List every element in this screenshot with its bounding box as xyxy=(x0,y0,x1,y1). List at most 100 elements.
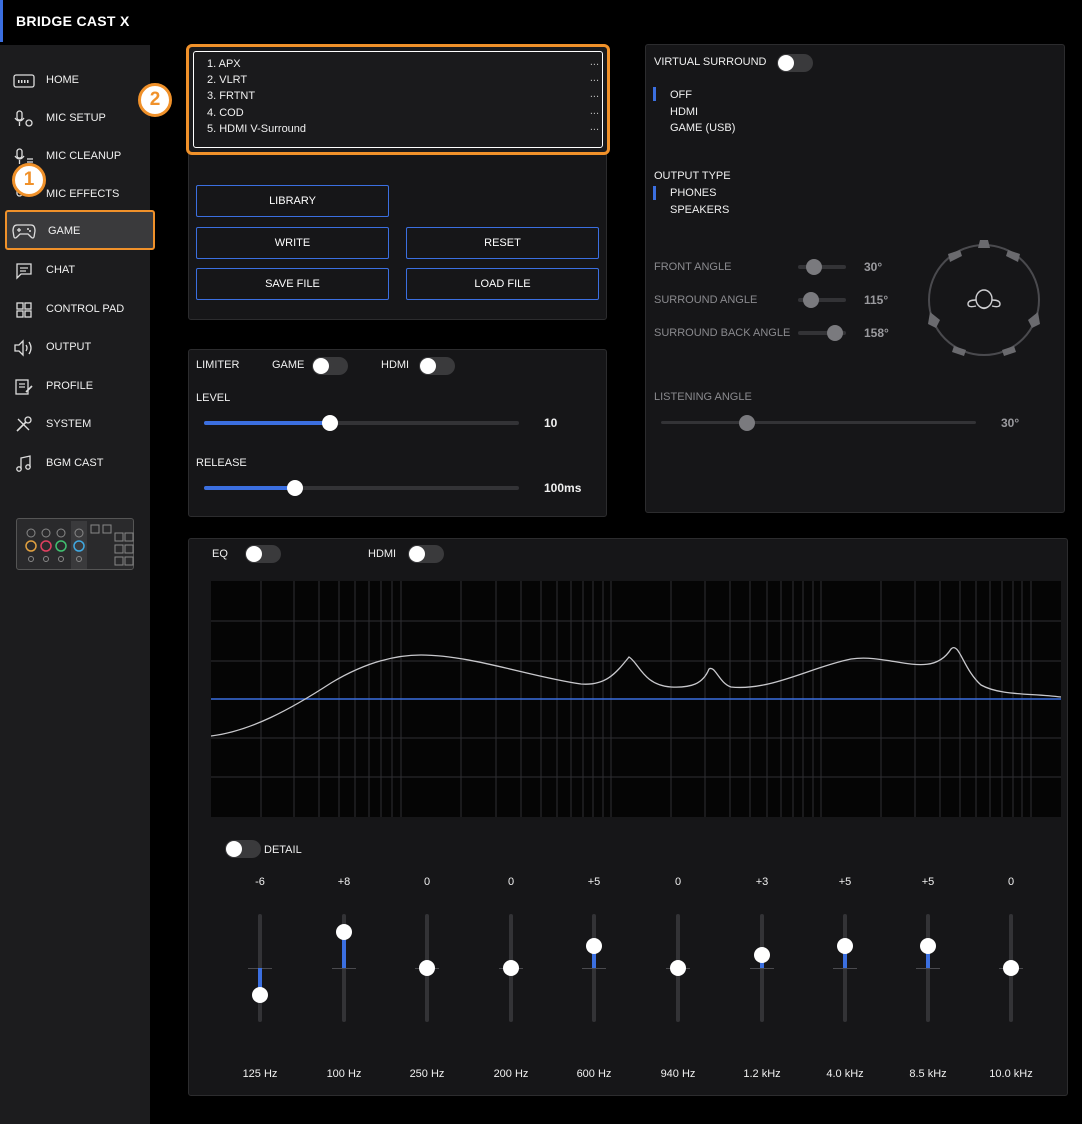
eq-band-slider[interactable] xyxy=(248,914,272,1022)
eq-toggle[interactable] xyxy=(245,545,281,563)
eq-band-slider[interactable] xyxy=(833,914,857,1022)
eq-title: EQ xyxy=(212,548,228,560)
music-note-icon xyxy=(12,454,36,474)
eq-band-gain: +8 xyxy=(337,876,351,888)
limiter-game-toggle[interactable] xyxy=(312,357,348,375)
sidebar: HOME MIC SETUP MIC CLEANUP MIC EFFECTS G… xyxy=(0,45,155,1124)
eq-band-slider[interactable] xyxy=(999,914,1023,1022)
surround-speaker-diagram xyxy=(928,240,1040,356)
speaker-icon-back-right xyxy=(1002,346,1016,356)
eq-band-zero-mark xyxy=(582,968,606,969)
eq-response-graph[interactable] xyxy=(210,581,1062,817)
eq-band-frequency: 10.0 kHz xyxy=(989,1068,1033,1080)
eq-response-svg xyxy=(210,581,1062,817)
eq-band-slider-thumb[interactable] xyxy=(586,937,602,954)
load-file-button[interactable]: LOAD FILE xyxy=(406,268,599,300)
eq-band-frequency: 600 Hz xyxy=(576,1068,612,1080)
sidebar-item-bgm-cast[interactable]: BGM CAST xyxy=(8,446,154,482)
eq-hdmi-label: HDMI xyxy=(368,548,397,560)
eq-band-slider-thumb[interactable] xyxy=(754,946,770,963)
source-option-off[interactable]: OFF xyxy=(670,89,692,101)
preset-item[interactable]: 2. VLRT... xyxy=(207,72,599,90)
sidebar-item-label: GAME xyxy=(48,225,81,237)
listening-angle-slider[interactable] xyxy=(661,415,976,431)
eq-band-slider[interactable] xyxy=(666,914,690,1022)
sidebar-item-profile[interactable]: PROFILE xyxy=(8,369,154,405)
more-options-icon[interactable]: ... xyxy=(590,88,599,100)
output-option-phones[interactable]: PHONES xyxy=(670,187,716,199)
eq-band-slider-thumb[interactable] xyxy=(837,937,853,954)
eq-band-frequency: 125 Hz xyxy=(242,1068,278,1080)
eq-band-slider[interactable] xyxy=(916,914,940,1022)
sidebar-item-label: OUTPUT xyxy=(46,341,92,353)
gamepad-icon xyxy=(12,221,36,241)
preset-item[interactable]: 4. COD... xyxy=(207,105,599,123)
eq-band-slider-thumb[interactable] xyxy=(419,960,435,976)
eq-band-frequency: 200 Hz xyxy=(493,1068,529,1080)
eq-band-slider-thumb[interactable] xyxy=(920,937,936,954)
source-option-game-usb[interactable]: GAME (USB) xyxy=(670,122,735,134)
eq-band-zero-mark xyxy=(833,968,857,969)
preset-item[interactable]: 5. HDMI V-Surround... xyxy=(207,121,599,139)
sidebar-item-output[interactable]: OUTPUT xyxy=(8,330,154,366)
sidebar-item-label: MIC CLEANUP xyxy=(46,150,122,162)
callout-1: 1 xyxy=(12,163,46,197)
surround-angle-thumb[interactable] xyxy=(803,292,819,308)
release-slider[interactable] xyxy=(204,480,519,496)
save-file-button[interactable]: SAVE FILE xyxy=(196,268,389,300)
level-slider-thumb[interactable] xyxy=(322,415,338,431)
listener-head-icon xyxy=(967,289,1001,310)
eq-detail-toggle[interactable] xyxy=(225,840,261,858)
more-options-icon[interactable]: ... xyxy=(590,121,599,133)
sidebar-item-mic-setup[interactable]: MIC SETUP xyxy=(8,101,154,137)
eq-band-gain: 0 xyxy=(1007,876,1015,888)
source-option-hdmi[interactable]: HDMI xyxy=(670,106,698,118)
speaker-icon-back-left xyxy=(952,346,966,356)
surround-back-angle-thumb[interactable] xyxy=(827,325,843,341)
sidebar-item-system[interactable]: SYSTEM xyxy=(8,407,154,443)
eq-band-slider-thumb[interactable] xyxy=(670,960,686,976)
more-options-icon[interactable]: ... xyxy=(590,56,599,68)
eq-band-slider[interactable] xyxy=(750,914,774,1022)
preset-item[interactable]: 3. FRTNT... xyxy=(207,88,599,106)
eq-hdmi-toggle[interactable] xyxy=(408,545,444,563)
sidebar-item-home[interactable]: HOME xyxy=(8,63,154,99)
preset-item[interactable]: 1. APX... xyxy=(207,56,599,74)
more-options-icon[interactable]: ... xyxy=(590,105,599,117)
sidebar-item-label: SYSTEM xyxy=(46,418,92,430)
eq-band-gain: -6 xyxy=(255,876,265,888)
library-button[interactable]: LIBRARY xyxy=(196,185,389,217)
surround-back-angle-slider[interactable] xyxy=(798,325,846,341)
surround-angle-label: SURROUND ANGLE xyxy=(654,294,758,306)
eq-band-frequency: 100 Hz xyxy=(326,1068,362,1080)
front-angle-thumb[interactable] xyxy=(806,259,822,275)
eq-band-slider[interactable] xyxy=(499,914,523,1022)
eq-band-slider[interactable] xyxy=(415,914,439,1022)
eq-band-slider[interactable] xyxy=(332,914,356,1022)
eq-band-slider[interactable] xyxy=(582,914,606,1022)
level-value: 10 xyxy=(544,416,558,430)
sidebar-item-game[interactable]: GAME xyxy=(5,210,155,250)
eq-band-gain: 0 xyxy=(674,876,682,888)
sidebar-item-chat[interactable]: CHAT xyxy=(8,253,154,289)
eq-band-slider-thumb[interactable] xyxy=(503,960,519,976)
front-angle-slider[interactable] xyxy=(798,259,846,275)
speaker-icon-surround-right xyxy=(1028,312,1040,328)
listening-angle-thumb[interactable] xyxy=(739,415,755,431)
write-button[interactable]: WRITE xyxy=(196,227,389,259)
level-slider[interactable] xyxy=(204,415,519,431)
device-thumbnail[interactable] xyxy=(16,518,134,570)
limiter-hdmi-toggle[interactable] xyxy=(419,357,455,375)
eq-band-slider-thumb[interactable] xyxy=(1003,960,1019,976)
sidebar-item-control-pad[interactable]: CONTROL PAD xyxy=(8,292,154,328)
more-options-icon[interactable]: ... xyxy=(590,72,599,84)
eq-band-slider-thumb[interactable] xyxy=(252,987,268,1003)
limiter-title: LIMITER xyxy=(196,359,240,371)
virtual-surround-toggle[interactable] xyxy=(777,54,813,72)
eq-band-slider-thumb[interactable] xyxy=(336,924,352,940)
output-option-speakers[interactable]: SPEAKERS xyxy=(670,204,729,216)
eq-band-zero-mark xyxy=(750,968,774,969)
surround-angle-slider[interactable] xyxy=(798,292,846,308)
control-pad-icon xyxy=(12,300,36,320)
reset-button[interactable]: RESET xyxy=(406,227,599,259)
